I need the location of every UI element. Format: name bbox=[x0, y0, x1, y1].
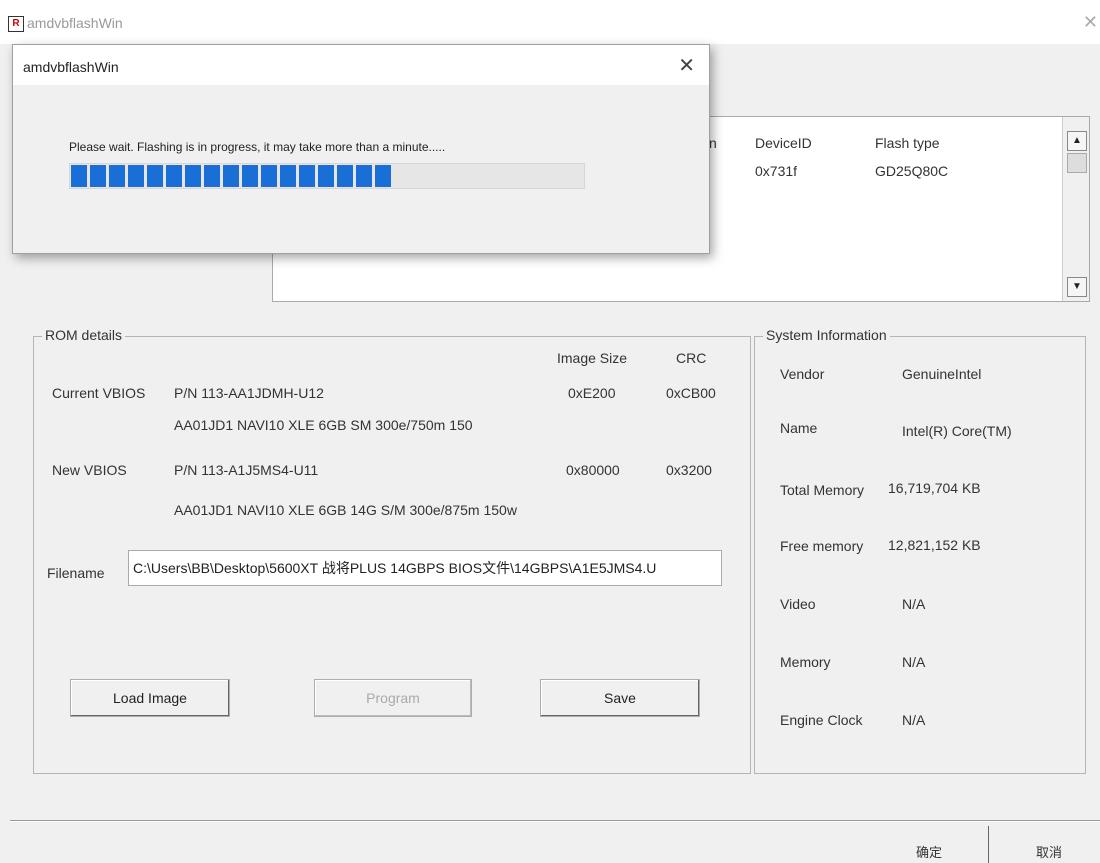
app-icon: R bbox=[8, 16, 24, 32]
system-info-group: System Information bbox=[754, 327, 1086, 774]
device-cell-flashtype[interactable]: GD25Q80C bbox=[875, 163, 948, 179]
current-vbios-crc: 0xCB00 bbox=[666, 385, 716, 401]
load-image-button[interactable]: Load Image bbox=[70, 679, 230, 717]
sysinfo-value-name: Intel(R) Core(TM) bbox=[902, 423, 1012, 439]
crc-header: CRC bbox=[676, 350, 707, 366]
sysinfo-value-video: N/A bbox=[902, 596, 926, 612]
filename-field[interactable]: C:\Users\BB\Desktop\5600XT 战将PLUS 14GBPS… bbox=[128, 550, 722, 586]
cancel-button[interactable]: 取消 bbox=[1036, 842, 1062, 861]
footer-vertical-separator bbox=[988, 826, 989, 863]
new-vbios-desc: AA01JD1 NAVI10 XLE 6GB 14G S/M 300e/875m… bbox=[174, 502, 517, 518]
current-vbios-pn: P/N 113-AA1JDMH-U12 bbox=[174, 385, 324, 401]
filename-label: Filename bbox=[47, 565, 105, 581]
sysinfo-label-memory: Memory bbox=[780, 654, 831, 670]
device-col-deviceid: DeviceID bbox=[755, 135, 812, 151]
main-titlebar: R amdvbflashWin ✕ bbox=[0, 0, 1100, 44]
save-button[interactable]: Save bbox=[540, 679, 700, 717]
scroll-up-icon[interactable]: ▲ bbox=[1067, 131, 1087, 151]
bottom-separator-highlight bbox=[10, 821, 1100, 822]
device-col-flashtype: Flash type bbox=[875, 135, 940, 151]
sysinfo-value-memory: N/A bbox=[902, 654, 926, 670]
new-vbios-pn: P/N 113-A1J5MS4-U11 bbox=[174, 462, 319, 478]
scroll-down-icon[interactable]: ▼ bbox=[1067, 277, 1087, 297]
progress-message: Please wait. Flashing is in progress, it… bbox=[69, 140, 446, 154]
progress-fill bbox=[71, 165, 394, 187]
sysinfo-label-engine-clock: Engine Clock bbox=[780, 712, 863, 728]
sysinfo-label-vendor: Vendor bbox=[780, 366, 825, 382]
new-vbios-crc: 0x3200 bbox=[666, 462, 712, 478]
system-info-legend: System Information bbox=[763, 327, 890, 343]
scroll-thumb[interactable] bbox=[1067, 153, 1087, 173]
ok-button[interactable]: 确定 bbox=[916, 842, 942, 861]
progress-dialog: amdvbflashWin ✕ Please wait. Flashing is… bbox=[12, 44, 710, 254]
main-window-title: amdvbflashWin bbox=[27, 15, 123, 31]
sysinfo-label-total-memory: Total Memory bbox=[780, 482, 865, 498]
progress-bar bbox=[69, 163, 585, 189]
device-col-partial: n bbox=[709, 135, 717, 151]
program-button[interactable]: Program bbox=[314, 679, 472, 717]
current-vbios-label: Current VBIOS bbox=[52, 385, 146, 401]
current-vbios-desc: AA01JD1 NAVI10 XLE 6GB SM 300e/750m 150 bbox=[174, 417, 473, 433]
new-vbios-size: 0x80000 bbox=[566, 462, 620, 478]
sysinfo-value-total-memory: 16,719,704 KB bbox=[888, 480, 981, 496]
sysinfo-value-free-memory: 12,821,152 KB bbox=[888, 537, 981, 553]
sysinfo-label-video: Video bbox=[780, 596, 816, 612]
rom-details-legend: ROM details bbox=[42, 327, 126, 343]
progress-dialog-title: amdvbflashWin bbox=[23, 59, 119, 75]
current-vbios-size: 0xE200 bbox=[568, 385, 616, 401]
main-close-icon[interactable]: ✕ bbox=[1083, 12, 1098, 33]
new-vbios-label: New VBIOS bbox=[52, 462, 127, 478]
device-cell-deviceid[interactable]: 0x731f bbox=[755, 163, 797, 179]
sysinfo-label-free-memory: Free memory bbox=[780, 538, 864, 554]
close-icon[interactable]: ✕ bbox=[678, 53, 695, 78]
progress-dialog-titlebar: amdvbflashWin ✕ bbox=[13, 45, 709, 85]
image-size-header: Image Size bbox=[557, 350, 628, 366]
sysinfo-value-engine-clock: N/A bbox=[902, 712, 926, 728]
sysinfo-value-vendor: GenuineIntel bbox=[902, 366, 982, 382]
device-list-scrollbar[interactable]: ▲ ▼ bbox=[1062, 117, 1089, 301]
sysinfo-label-name: Name bbox=[780, 420, 818, 436]
